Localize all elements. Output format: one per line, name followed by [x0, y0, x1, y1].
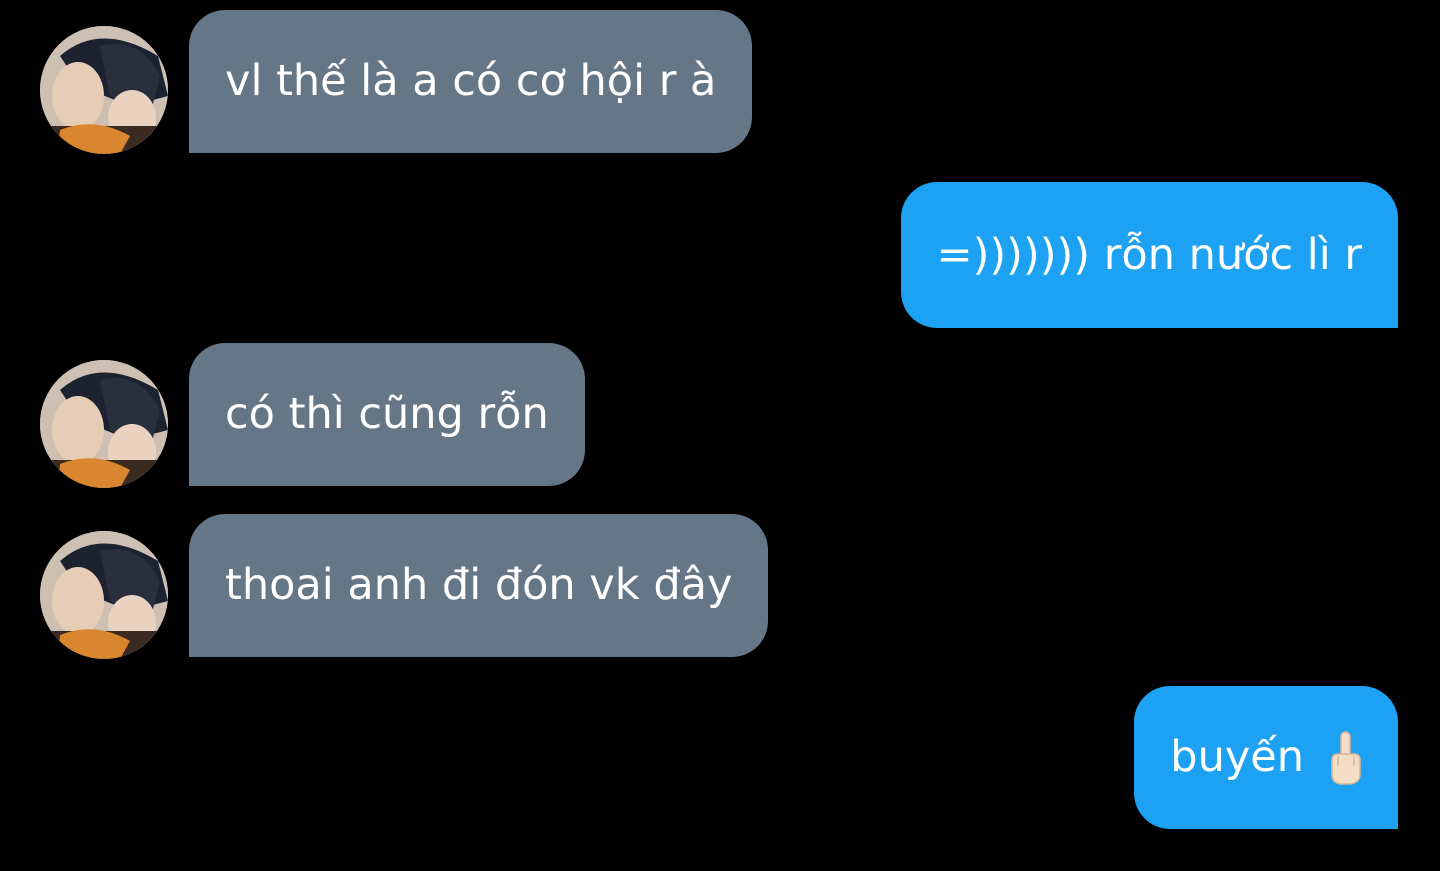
message-text: thoai anh đi đón vk đây — [225, 560, 733, 610]
contact-avatar[interactable] — [40, 26, 168, 154]
incoming-message-bubble[interactable]: có thì cũng rỗn — [189, 343, 585, 486]
avatar-photo-icon — [40, 26, 168, 154]
message-text: =))))))) rỗn nước lì r — [936, 229, 1362, 280]
incoming-message-bubble[interactable]: thoai anh đi đón vk đây — [189, 514, 769, 657]
message-text: vl thế là a có cơ hội r à — [225, 56, 717, 106]
avatar-photo-icon — [40, 360, 168, 488]
contact-avatar[interactable] — [40, 531, 168, 659]
message-text: buyến — [1170, 732, 1304, 782]
incoming-message-bubble[interactable]: vl thế là a có cơ hội r à — [189, 10, 753, 153]
outgoing-message-bubble[interactable]: buyến — [1134, 686, 1398, 829]
outgoing-message-bubble[interactable]: =))))))) rỗn nước lì r — [900, 182, 1398, 328]
message-text: có thì cũng rỗn — [225, 389, 549, 439]
avatar-photo-icon — [40, 531, 168, 659]
chat-thread: vl thế là a có cơ hội r à =))))))) rỗn n… — [0, 0, 1440, 871]
contact-avatar[interactable] — [40, 360, 168, 488]
middle-finger-emoji-icon — [1328, 730, 1362, 786]
